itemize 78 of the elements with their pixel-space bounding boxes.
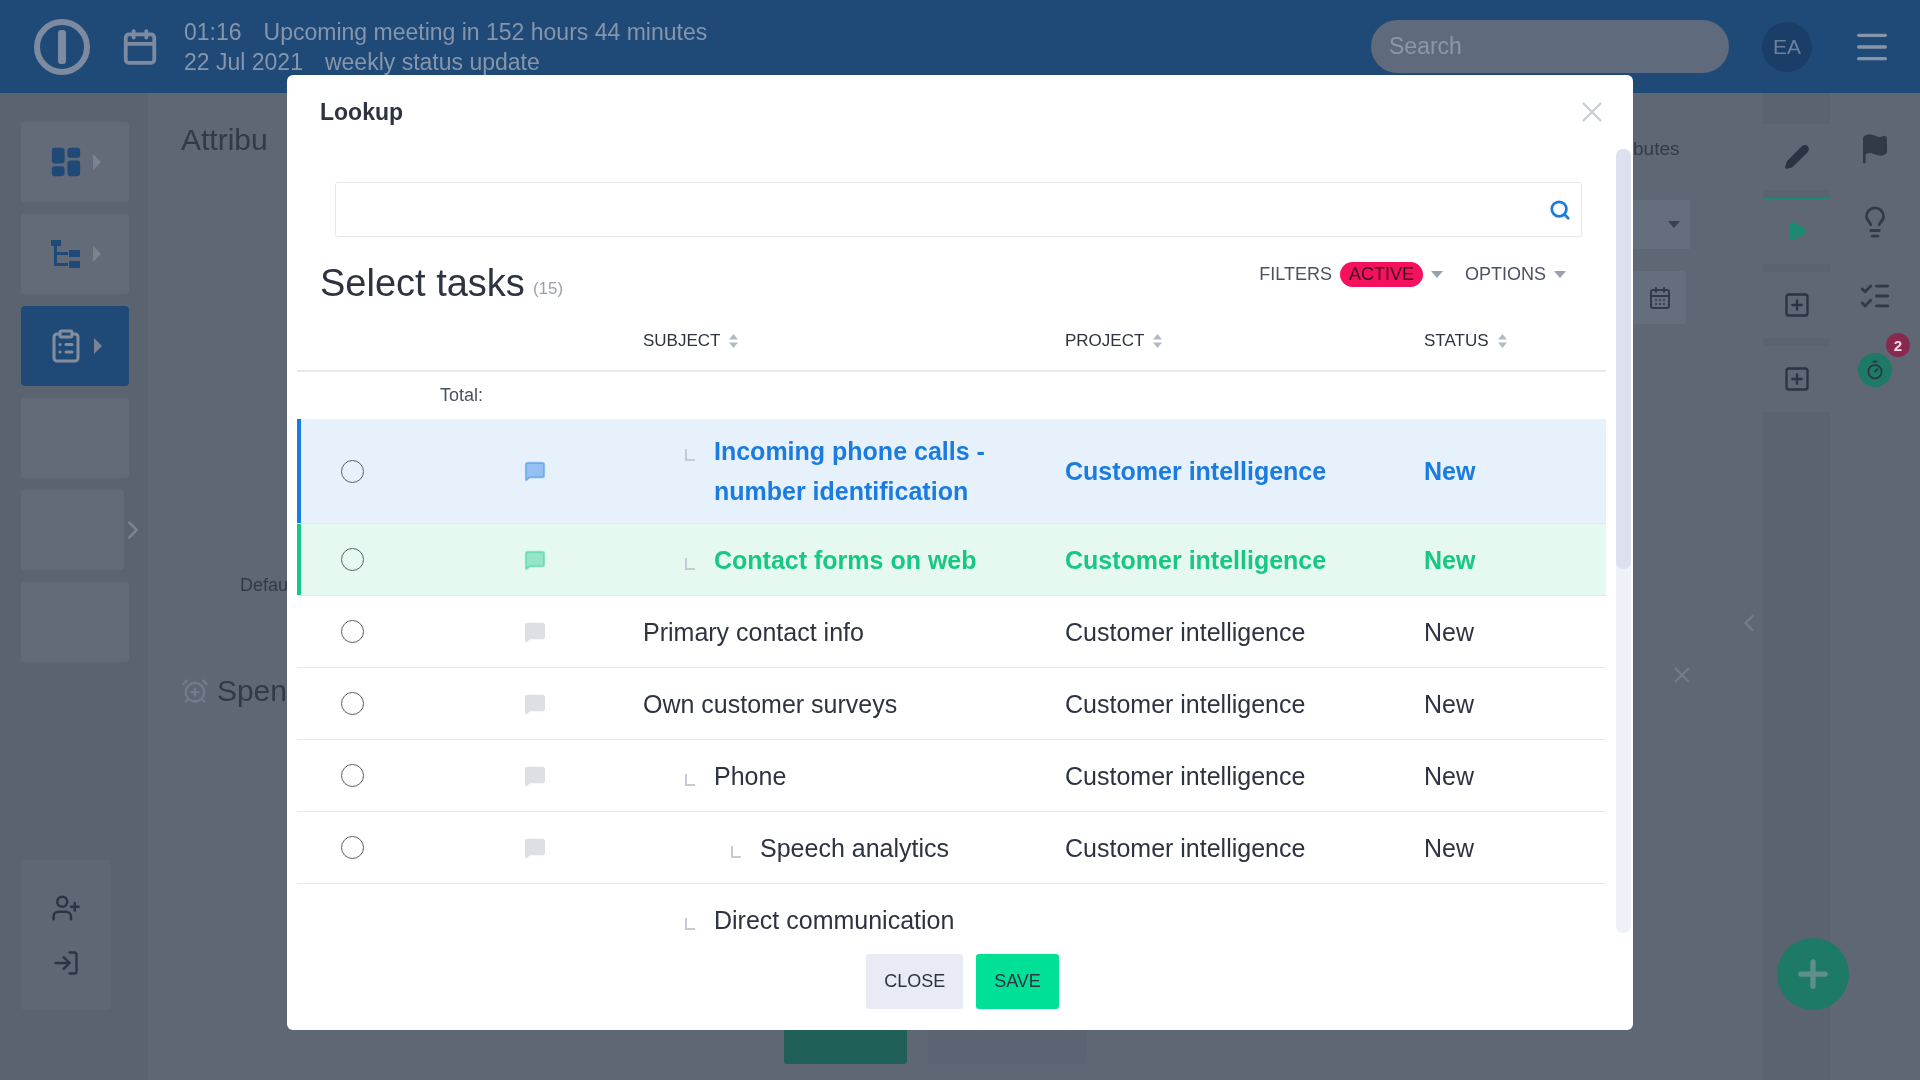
task-subject: Incoming phone calls - number identification bbox=[714, 436, 986, 507]
timer-icon bbox=[1865, 360, 1885, 380]
task-project: Customer intelligence bbox=[1065, 832, 1307, 864]
caret-icon bbox=[1431, 270, 1443, 279]
task-status: New bbox=[1424, 616, 1475, 648]
sort-icon bbox=[1153, 334, 1163, 348]
search-icon[interactable] bbox=[1549, 198, 1571, 221]
save-button[interactable]: SAVE bbox=[976, 954, 1059, 1009]
column-header[interactable]: SUBJECT bbox=[643, 331, 1065, 351]
options-toggle[interactable]: OPTIONS bbox=[1465, 264, 1546, 285]
comment-icon[interactable] bbox=[524, 620, 546, 643]
notification-badge: 2 bbox=[1886, 333, 1910, 357]
date-picker-button[interactable] bbox=[1633, 271, 1686, 324]
hierarchy-icon bbox=[49, 239, 83, 269]
task-subject: Primary contact info bbox=[643, 616, 864, 648]
logo-icon[interactable] bbox=[33, 17, 91, 76]
comment-icon[interactable] bbox=[524, 692, 546, 715]
sort-icon bbox=[729, 334, 739, 348]
dashboard-icon bbox=[49, 145, 83, 179]
total-label: Total: bbox=[440, 385, 484, 406]
task-status: New bbox=[1424, 832, 1475, 864]
task-subject: Direct communication bbox=[714, 904, 955, 933]
task-project: Customer intelligence bbox=[1065, 544, 1328, 576]
task-subject: Phone bbox=[714, 760, 787, 792]
task-project: Customer intelligence bbox=[1065, 616, 1307, 648]
task-subject: Speech analytics bbox=[760, 832, 949, 864]
indent-icon bbox=[685, 449, 695, 461]
close-button[interactable]: CLOSE bbox=[866, 954, 964, 1009]
indent-icon bbox=[685, 557, 695, 570]
indent-icon bbox=[685, 917, 695, 930]
indent-icon bbox=[685, 773, 695, 786]
sort-icon bbox=[1497, 334, 1507, 348]
task-subject: Own customer surveys bbox=[643, 688, 898, 720]
sidebar-item[interactable] bbox=[21, 214, 129, 294]
pencil-icon bbox=[1783, 144, 1810, 170]
calendar-icon bbox=[1647, 285, 1672, 310]
scrollbar[interactable] bbox=[1616, 149, 1631, 933]
comment-icon[interactable] bbox=[524, 548, 546, 571]
filters-toggle[interactable]: FILTERS bbox=[1259, 264, 1332, 285]
comment-icon[interactable] bbox=[524, 764, 546, 787]
play-button[interactable] bbox=[1763, 198, 1830, 264]
caret-icon bbox=[1554, 270, 1566, 279]
task-status: New bbox=[1424, 688, 1475, 720]
dropdown-field[interactable] bbox=[1633, 200, 1690, 249]
meeting-time: 01:16 bbox=[184, 17, 242, 46]
timer-button[interactable] bbox=[1858, 353, 1892, 387]
task-status: New bbox=[1424, 760, 1475, 792]
task-count: (15) bbox=[532, 278, 564, 299]
add-user-icon[interactable] bbox=[51, 893, 81, 923]
task-row[interactable]: Incoming phone calls - number identification Customer intelligence New bbox=[297, 419, 1606, 524]
meeting-notice: Upcoming meeting in 152 hours 44 minutes bbox=[263, 17, 708, 46]
caret-icon bbox=[1668, 220, 1680, 229]
sidebar-item[interactable] bbox=[21, 122, 129, 202]
plus-icon bbox=[1782, 365, 1811, 393]
plus-icon bbox=[1782, 291, 1811, 319]
caret-icon bbox=[93, 154, 101, 170]
login-icon[interactable] bbox=[52, 949, 80, 977]
task-subject: Contact forms on web bbox=[714, 544, 977, 576]
task-project: Customer intelligence bbox=[1065, 760, 1307, 792]
active-badge: ACTIVE bbox=[1339, 262, 1423, 287]
calendar-icon[interactable] bbox=[121, 27, 159, 66]
indent-icon bbox=[731, 845, 741, 858]
column-header[interactable]: STATUS bbox=[1424, 331, 1606, 351]
caret-icon bbox=[94, 338, 102, 354]
task-status: New bbox=[1424, 456, 1477, 487]
meeting-name: weekly status update bbox=[324, 47, 540, 76]
list-heading: Select tasks bbox=[320, 262, 525, 305]
dialog-title: Lookup bbox=[320, 98, 404, 126]
sidebar-item[interactable] bbox=[21, 306, 129, 386]
meeting-date: 22 Jul 2021 bbox=[184, 47, 303, 76]
task-status: New bbox=[1424, 544, 1477, 576]
comment-icon[interactable] bbox=[524, 460, 546, 482]
search-field[interactable] bbox=[335, 182, 1582, 237]
task-project: Customer intelligence bbox=[1065, 456, 1328, 487]
column-header[interactable]: PROJECT bbox=[1065, 331, 1424, 351]
caret-icon bbox=[93, 246, 101, 262]
comment-icon[interactable] bbox=[524, 836, 546, 859]
task-project: Customer intelligence bbox=[1065, 688, 1307, 720]
